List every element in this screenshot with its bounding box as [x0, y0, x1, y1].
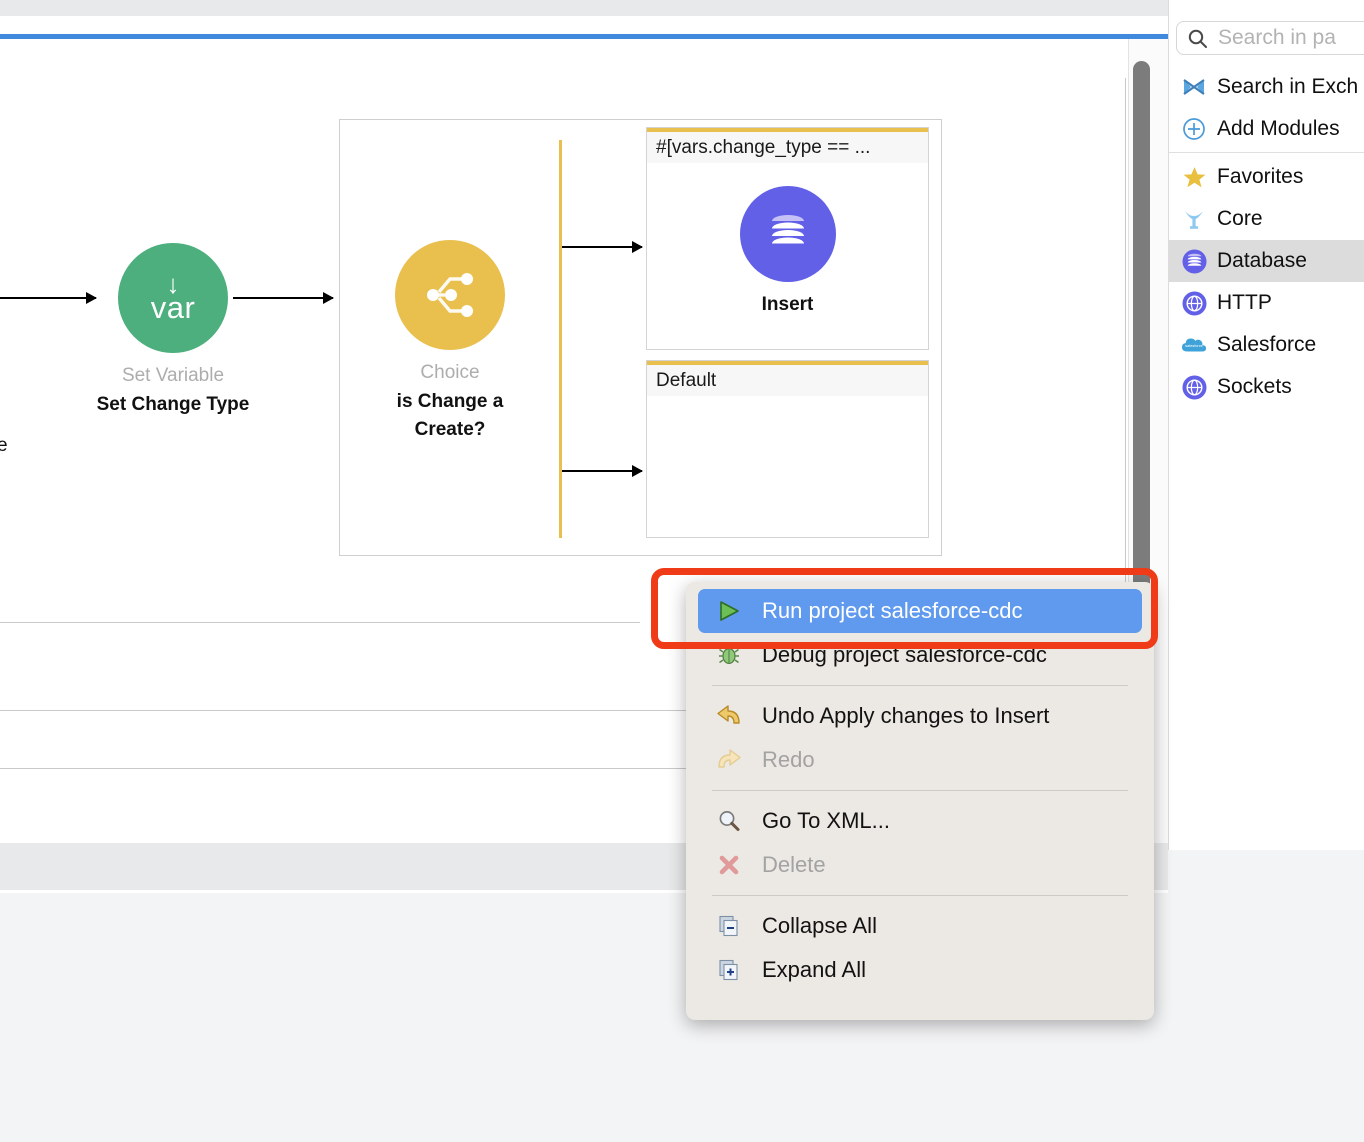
palette-item-search-in-exchange[interactable]: Search in Exch: [1169, 66, 1364, 108]
palette-group-divider: [1169, 152, 1364, 153]
palette-item-label: Favorites: [1217, 165, 1304, 188]
menu-item-label: Redo: [762, 747, 815, 772]
palette-item-http[interactable]: HTTP: [1169, 282, 1364, 324]
search-icon: [1188, 29, 1207, 48]
node-name-label: Set Change Type: [96, 393, 250, 415]
menu-item-label: Delete: [762, 852, 826, 877]
menu-item-label: Expand All: [762, 957, 866, 982]
exchange-icon: [1181, 74, 1207, 100]
plus-circle-icon: [1181, 116, 1207, 142]
debug-bug-icon: [716, 642, 742, 668]
var-text-icon: var: [150, 290, 196, 326]
menu-item-label: Debug project salesforce-cdc: [762, 642, 1047, 667]
incoming-node-label-clipped: e: [0, 435, 8, 456]
menu-divider: [712, 685, 1128, 686]
menu-divider: [712, 790, 1128, 791]
route-condition-label: #[vars.change_type == ...: [647, 132, 928, 163]
connector-arrow-into-choice: [233, 292, 334, 304]
menu-item-redo: Redo: [686, 738, 1154, 782]
route-box-when[interactable]: #[vars.change_type == ... Insert: [646, 127, 929, 350]
salesforce-cloud-icon: salesforce: [1181, 332, 1207, 358]
expand-all-icon: [716, 957, 742, 983]
menu-item-collapse-all[interactable]: Collapse All: [686, 904, 1154, 948]
redo-arrow-icon: [716, 747, 742, 773]
database-icon: [1181, 248, 1207, 274]
magnifier-icon: [716, 808, 742, 834]
editor-tab-strip: [0, 16, 1168, 34]
node-type-label: Choice: [420, 362, 480, 383]
canvas-vertical-scrollbar-thumb[interactable]: [1133, 61, 1150, 669]
flow-node-set-variable[interactable]: ↓ var Set Variable Set Change Type: [63, 243, 283, 418]
menu-item-expand-all[interactable]: Expand All: [686, 948, 1154, 992]
menu-item-debug-project[interactable]: Debug project salesforce-cdc: [686, 633, 1154, 677]
app-window: e ↓ var Set Variable Set Change Type Cho…: [0, 0, 1364, 1142]
delete-x-icon: [716, 852, 742, 878]
collapse-all-icon: [716, 913, 742, 939]
flow-node-insert[interactable]: Insert: [647, 186, 928, 319]
connector-arrow-to-when-route: [562, 241, 643, 253]
palette-item-label: HTTP: [1217, 291, 1272, 314]
canvas-section-divider: [0, 622, 640, 623]
database-icon: [739, 186, 836, 282]
palette-item-salesforce[interactable]: salesforce Salesforce: [1169, 324, 1364, 366]
svg-text:salesforce: salesforce: [1185, 343, 1203, 348]
choice-scope-container[interactable]: Choice is Change a Create? #[vars.change…: [339, 119, 942, 556]
node-name-label-line2: Create?: [414, 419, 486, 441]
palette-item-label: Database: [1217, 249, 1307, 272]
menu-item-undo[interactable]: Undo Apply changes to Insert: [686, 694, 1154, 738]
palette-item-add-modules[interactable]: Add Modules: [1169, 108, 1364, 150]
palette-item-list[interactable]: Search in Exch Add Modules Favorites Cor…: [1169, 66, 1364, 408]
connector-arrow-to-default-route: [562, 465, 643, 477]
palette-item-database[interactable]: Database: [1169, 240, 1364, 282]
menu-item-label: Collapse All: [762, 913, 877, 938]
choice-branch-glyph: [427, 273, 473, 317]
undo-arrow-icon: [716, 703, 742, 729]
flow-node-choice[interactable]: Choice is Change a Create?: [340, 240, 560, 444]
choice-icon: [395, 240, 505, 350]
palette-item-core[interactable]: Core: [1169, 198, 1364, 240]
canvas-right-edge: [1125, 78, 1126, 662]
palette-item-label: Salesforce: [1217, 333, 1317, 356]
database-glyph: [771, 215, 804, 255]
context-menu[interactable]: Run project salesforce-cdc Debug project…: [686, 582, 1154, 1020]
globe-icon: [1181, 290, 1207, 316]
search-placeholder: Search in pa: [1218, 26, 1336, 49]
route-condition-label: Default: [647, 365, 928, 396]
route-body[interactable]: Insert: [647, 163, 928, 349]
menu-divider: [712, 895, 1128, 896]
menu-item-label: Run project salesforce-cdc: [762, 598, 1023, 623]
palette-item-favorites[interactable]: Favorites: [1169, 156, 1364, 198]
node-type-label: Set Variable: [121, 365, 225, 386]
core-icon: [1181, 206, 1207, 232]
globe-icon: [1181, 374, 1207, 400]
node-name-label: Insert: [761, 294, 814, 315]
palette-item-label: Core: [1217, 207, 1263, 230]
palette-search[interactable]: Search in pa: [1176, 21, 1364, 55]
palette-item-label: Sockets: [1217, 375, 1292, 398]
node-name-label-line1: is Change a: [396, 390, 504, 412]
palette-lower-empty-area: [1168, 850, 1364, 1142]
palette-item-label: Search in Exch: [1217, 75, 1359, 98]
palette-item-label: Add Modules: [1217, 117, 1340, 140]
menu-top-padding: [686, 582, 1154, 589]
run-play-icon: [716, 598, 742, 624]
menu-item-label: Undo Apply changes to Insert: [762, 703, 1050, 728]
module-palette-sidebar[interactable]: Search in pa Search in Exch Add Modules …: [1168, 0, 1364, 850]
star-icon: [1181, 164, 1207, 190]
menu-item-delete: Delete: [686, 843, 1154, 887]
menu-item-go-to-xml[interactable]: Go To XML...: [686, 799, 1154, 843]
menu-item-run-project[interactable]: Run project salesforce-cdc: [698, 589, 1142, 633]
menu-item-label: Go To XML...: [762, 808, 890, 833]
route-body[interactable]: [647, 396, 928, 537]
top-toolbar-strip: [0, 0, 1168, 16]
set-variable-icon: ↓ var: [118, 243, 228, 353]
search-input[interactable]: Search in pa: [1176, 21, 1364, 55]
choice-route-rail: [559, 140, 562, 538]
route-box-default[interactable]: Default: [646, 360, 929, 538]
palette-item-sockets[interactable]: Sockets: [1169, 366, 1364, 408]
